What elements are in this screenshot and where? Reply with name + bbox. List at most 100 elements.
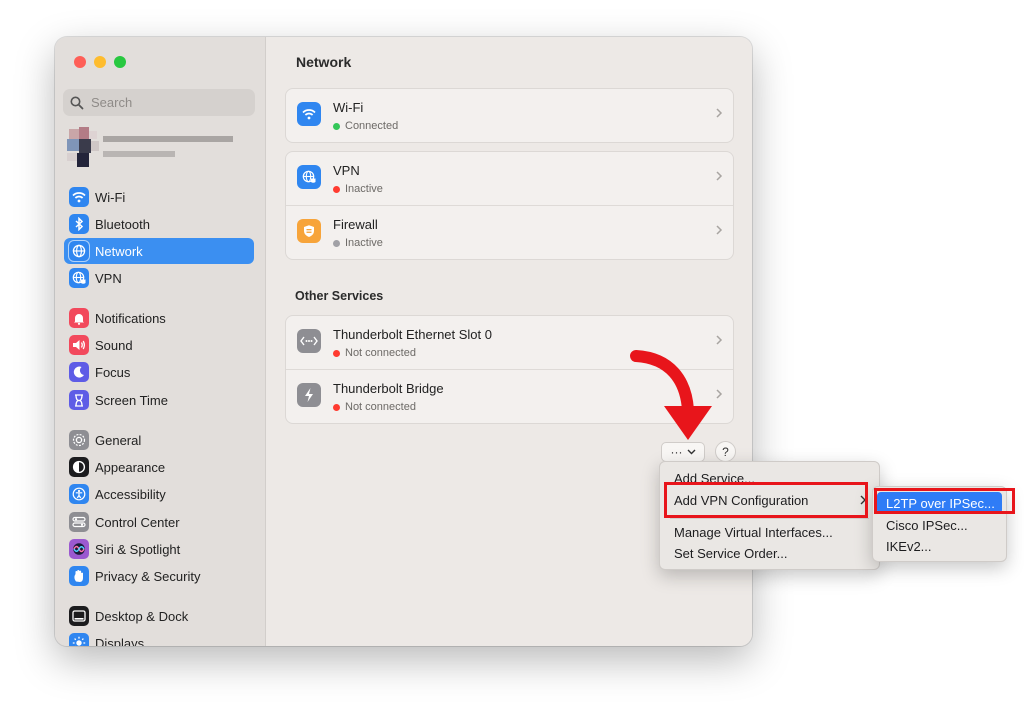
sidebar-item-wi-fi[interactable]: Wi-Fi <box>64 184 254 210</box>
status-dot <box>333 349 340 357</box>
search-icon <box>70 96 84 109</box>
sidebar-item-label: Screen Time <box>95 392 168 408</box>
status-text: Connected <box>345 120 399 132</box>
menu-item-set-service-order[interactable]: Set Service Order... <box>665 542 874 564</box>
highlight-l2tp-over-ipsec <box>874 488 1015 514</box>
sidebar-item-general[interactable]: General <box>64 427 254 453</box>
sidebar-item-label: Sound <box>95 337 133 353</box>
service-status: Inactive <box>333 237 383 249</box>
chevron-right-icon <box>716 225 723 235</box>
sidebar-item-accessibility[interactable]: Accessibility <box>64 481 254 507</box>
other-services-heading: Other Services <box>295 289 384 303</box>
close-window-button[interactable] <box>74 56 86 68</box>
ethernet-icon <box>297 329 321 353</box>
vpn-globe-icon <box>69 268 89 288</box>
sidebar-item-notifications[interactable]: Notifications <box>64 305 254 331</box>
chevron-right-icon <box>716 108 723 118</box>
menu-item-cisco-ipsec[interactable]: Cisco IPSec... <box>877 514 1001 536</box>
sidebar-item-label: Focus <box>95 364 131 380</box>
control-center-icon <box>69 512 89 532</box>
sidebar-item-bluetooth[interactable]: Bluetooth <box>64 211 254 237</box>
status-dot <box>333 239 340 247</box>
service-name: Wi-Fi <box>333 100 364 115</box>
firewall-icon <box>297 219 321 243</box>
chevron-down-icon <box>687 449 695 455</box>
globe-icon <box>69 241 89 261</box>
sidebar-item-screen-time[interactable]: Screen Time <box>64 387 254 413</box>
menu-item-manage-virtual-interfaces[interactable]: Manage Virtual Interfaces... <box>665 521 874 543</box>
gear-icon <box>69 430 89 450</box>
zoom-window-button[interactable] <box>114 56 126 68</box>
account-name-blurred <box>103 136 233 142</box>
status-dot <box>333 185 340 193</box>
service-name: Thunderbolt Bridge <box>333 381 444 396</box>
speaker-icon <box>69 335 89 355</box>
account-subtitle-blurred <box>103 151 175 157</box>
sidebar-item-network[interactable]: Network <box>64 238 254 264</box>
dock-icon <box>69 606 89 626</box>
sidebar-item-label: Bluetooth <box>95 216 150 232</box>
sidebar-item-focus[interactable]: Focus <box>64 359 254 385</box>
chevron-right-icon <box>716 335 723 345</box>
status-text: Inactive <box>345 237 383 249</box>
wifi-icon <box>297 102 321 126</box>
bluetooth-icon <box>69 214 89 234</box>
vpn-globe-icon <box>297 165 321 189</box>
sidebar-item-label: Network <box>95 243 143 259</box>
sidebar-item-label: Appearance <box>95 459 166 475</box>
minimize-window-button[interactable] <box>94 56 106 68</box>
service-name: Firewall <box>333 217 378 232</box>
appearance-icon <box>69 457 89 477</box>
system-settings-window: Wi-Fi Bluetooth Network VPN Notifications Sou… <box>55 37 752 646</box>
sidebar-item-label: Control Center <box>95 514 180 530</box>
sidebar-item-sound[interactable]: Sound <box>64 332 254 358</box>
sidebar-item-appearance[interactable]: Appearance <box>64 454 254 480</box>
service-row-firewall[interactable]: Firewall Inactive <box>286 205 733 259</box>
thunderbolt-icon <box>297 383 321 407</box>
service-row-vpn[interactable]: VPN Inactive <box>286 152 733 205</box>
highlight-add-vpn-configuration <box>664 482 868 518</box>
sidebar-item-displays[interactable]: Displays <box>64 630 254 646</box>
chevron-right-icon <box>716 171 723 181</box>
search-field[interactable] <box>63 89 255 116</box>
moon-icon <box>69 362 89 382</box>
apple-account-profile[interactable] <box>67 127 247 171</box>
sidebar-item-label: General <box>95 432 142 448</box>
help-button[interactable]: ? <box>715 441 736 462</box>
wifi-group: Wi-Fi Connected <box>285 88 734 143</box>
hourglass-icon <box>69 390 89 410</box>
avatar <box>67 127 99 171</box>
bell-icon <box>69 308 89 328</box>
service-status: Not connected <box>333 347 416 359</box>
status-text: Not connected <box>345 401 416 413</box>
sidebar-item-label: VPN <box>95 270 122 286</box>
sidebar-item-desktop-dock[interactable]: Desktop & Dock <box>64 603 254 629</box>
more-icon: ··· <box>670 445 683 459</box>
action-menu-button[interactable]: ··· <box>661 442 705 462</box>
sidebar-item-siri-spotlight[interactable]: Siri & Spotlight <box>64 536 254 562</box>
status-dot <box>333 403 340 411</box>
siri-icon <box>69 539 89 559</box>
status-dot <box>333 122 340 130</box>
sidebar-item-control-center[interactable]: Control Center <box>64 509 254 535</box>
accessibility-icon <box>69 484 89 504</box>
page-title: Network <box>296 54 352 70</box>
sidebar-item-label: Wi-Fi <box>95 189 126 205</box>
service-row-wifi[interactable]: Wi-Fi Connected <box>286 89 733 142</box>
wifi-icon <box>69 187 89 207</box>
sidebar-item-label: Privacy & Security <box>95 568 201 584</box>
sidebar-item-label: Notifications <box>95 310 166 326</box>
menu-item-ikev2[interactable]: IKEv2... <box>877 535 1001 557</box>
service-name: VPN <box>333 163 360 178</box>
sidebar-item-label: Accessibility <box>95 486 166 502</box>
search-input[interactable] <box>89 94 243 111</box>
status-text: Not connected <box>345 347 416 359</box>
sidebar-item-vpn[interactable]: VPN <box>64 265 254 291</box>
service-status: Connected <box>333 120 398 132</box>
red-arrow-annotation <box>630 350 712 440</box>
service-status: Not connected <box>333 401 416 413</box>
vpn-firewall-group: VPN Inactive Firewall Inactive <box>285 151 734 260</box>
menu-separator <box>670 518 869 519</box>
service-status: Inactive <box>333 183 383 195</box>
sidebar-item-privacy-security[interactable]: Privacy & Security <box>64 563 254 589</box>
